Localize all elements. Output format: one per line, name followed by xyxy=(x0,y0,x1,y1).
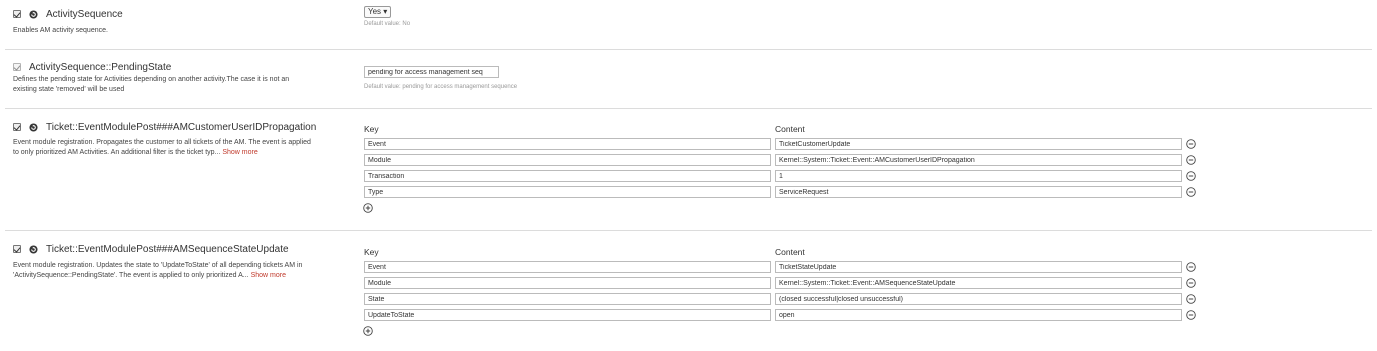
show-more-link[interactable]: Show more xyxy=(222,149,257,156)
setting-title-row: ActivitySequence xyxy=(13,8,123,20)
default-value-hint: Default value: No xyxy=(364,21,411,27)
minus-circle-icon[interactable] xyxy=(1186,187,1196,197)
setting-title: ActivitySequence::PendingState xyxy=(29,61,172,73)
content-input[interactable] xyxy=(775,277,1182,289)
key-input[interactable] xyxy=(364,170,771,182)
plus-circle-icon[interactable] xyxy=(363,326,373,336)
setting-title-row: Ticket::EventModulePost###AMSequenceStat… xyxy=(13,243,289,255)
key-input[interactable] xyxy=(364,261,771,273)
reset-icon[interactable] xyxy=(29,9,38,19)
description-line: Event module registration. Propagates th… xyxy=(13,139,311,146)
plus-circle-icon[interactable] xyxy=(363,203,373,213)
description-line: Defines the pending state for Activities… xyxy=(13,76,290,83)
setting-am-sequence-state-update: Ticket::EventModulePost###AMSequenceStat… xyxy=(0,231,1377,351)
minus-circle-icon[interactable] xyxy=(1186,139,1196,149)
key-input[interactable] xyxy=(364,138,771,150)
checkbox-checked-icon[interactable] xyxy=(13,10,21,18)
setting-title-row: Ticket::EventModulePost###AMCustomerUser… xyxy=(13,121,316,133)
content-input[interactable] xyxy=(775,186,1182,198)
content-input[interactable] xyxy=(775,138,1182,150)
minus-circle-icon[interactable] xyxy=(1186,294,1196,304)
description-line: 'ActivitySequence::PendingState'. The ev… xyxy=(13,271,302,281)
description-line: Event module registration. Updates the s… xyxy=(13,262,303,269)
checkbox-checked-icon[interactable] xyxy=(13,123,21,131)
setting-title: Ticket::EventModulePost###AMSequenceStat… xyxy=(46,243,289,255)
key-input[interactable] xyxy=(364,154,771,166)
show-more-link[interactable]: Show more xyxy=(251,272,286,279)
checkbox-checked-icon[interactable] xyxy=(13,63,21,71)
content-input[interactable] xyxy=(775,309,1182,321)
minus-circle-icon[interactable] xyxy=(1186,278,1196,288)
setting-description: Event module registration. Updates the s… xyxy=(13,261,302,280)
key-input[interactable] xyxy=(364,186,771,198)
setting-title-row: ActivitySequence::PendingState xyxy=(13,61,171,73)
content-column-header: Content xyxy=(775,124,805,134)
pending-state-input[interactable] xyxy=(364,66,499,78)
key-input[interactable] xyxy=(364,309,771,321)
setting-description: Event module registration. Propagates th… xyxy=(13,138,311,157)
description-text: 'ActivitySequence::PendingState'. The ev… xyxy=(13,271,249,279)
content-input[interactable] xyxy=(775,293,1182,305)
description-text: to only prioritized AM Activities. An ad… xyxy=(13,148,221,156)
reset-icon[interactable] xyxy=(29,244,38,254)
key-column-header: Key xyxy=(364,247,379,257)
minus-circle-icon[interactable] xyxy=(1186,155,1196,165)
content-input[interactable] xyxy=(775,170,1182,182)
default-value-hint: Default value: pending for access manage… xyxy=(364,84,518,90)
setting-title: ActivitySequence xyxy=(46,8,123,20)
description-line: existing state 'removed' will be used xyxy=(13,85,125,93)
content-input[interactable] xyxy=(775,261,1182,273)
key-column-header: Key xyxy=(364,124,379,134)
setting-description: Defines the pending state for Activities… xyxy=(13,75,289,94)
setting-activity-sequence: ActivitySequence Enables AM activity seq… xyxy=(0,0,1377,48)
minus-circle-icon[interactable] xyxy=(1186,262,1196,272)
value-select[interactable]: Yes ▾ xyxy=(364,6,392,18)
content-input[interactable] xyxy=(775,154,1182,166)
content-column-header: Content xyxy=(775,247,805,257)
minus-circle-icon[interactable] xyxy=(1186,171,1196,181)
description-line: to only prioritized AM Activities. An ad… xyxy=(13,148,311,158)
key-input[interactable] xyxy=(364,293,771,305)
setting-description: Enables AM activity sequence. xyxy=(13,27,108,34)
reset-icon[interactable] xyxy=(29,122,38,132)
checkbox-checked-icon[interactable] xyxy=(13,245,21,253)
setting-am-customer-userid-propagation: Ticket::EventModulePost###AMCustomerUser… xyxy=(0,109,1377,229)
minus-circle-icon[interactable] xyxy=(1186,310,1196,320)
key-input[interactable] xyxy=(364,277,771,289)
setting-title: Ticket::EventModulePost###AMCustomerUser… xyxy=(46,121,317,133)
setting-pending-state: ActivitySequence::PendingState Defines t… xyxy=(0,50,1377,108)
